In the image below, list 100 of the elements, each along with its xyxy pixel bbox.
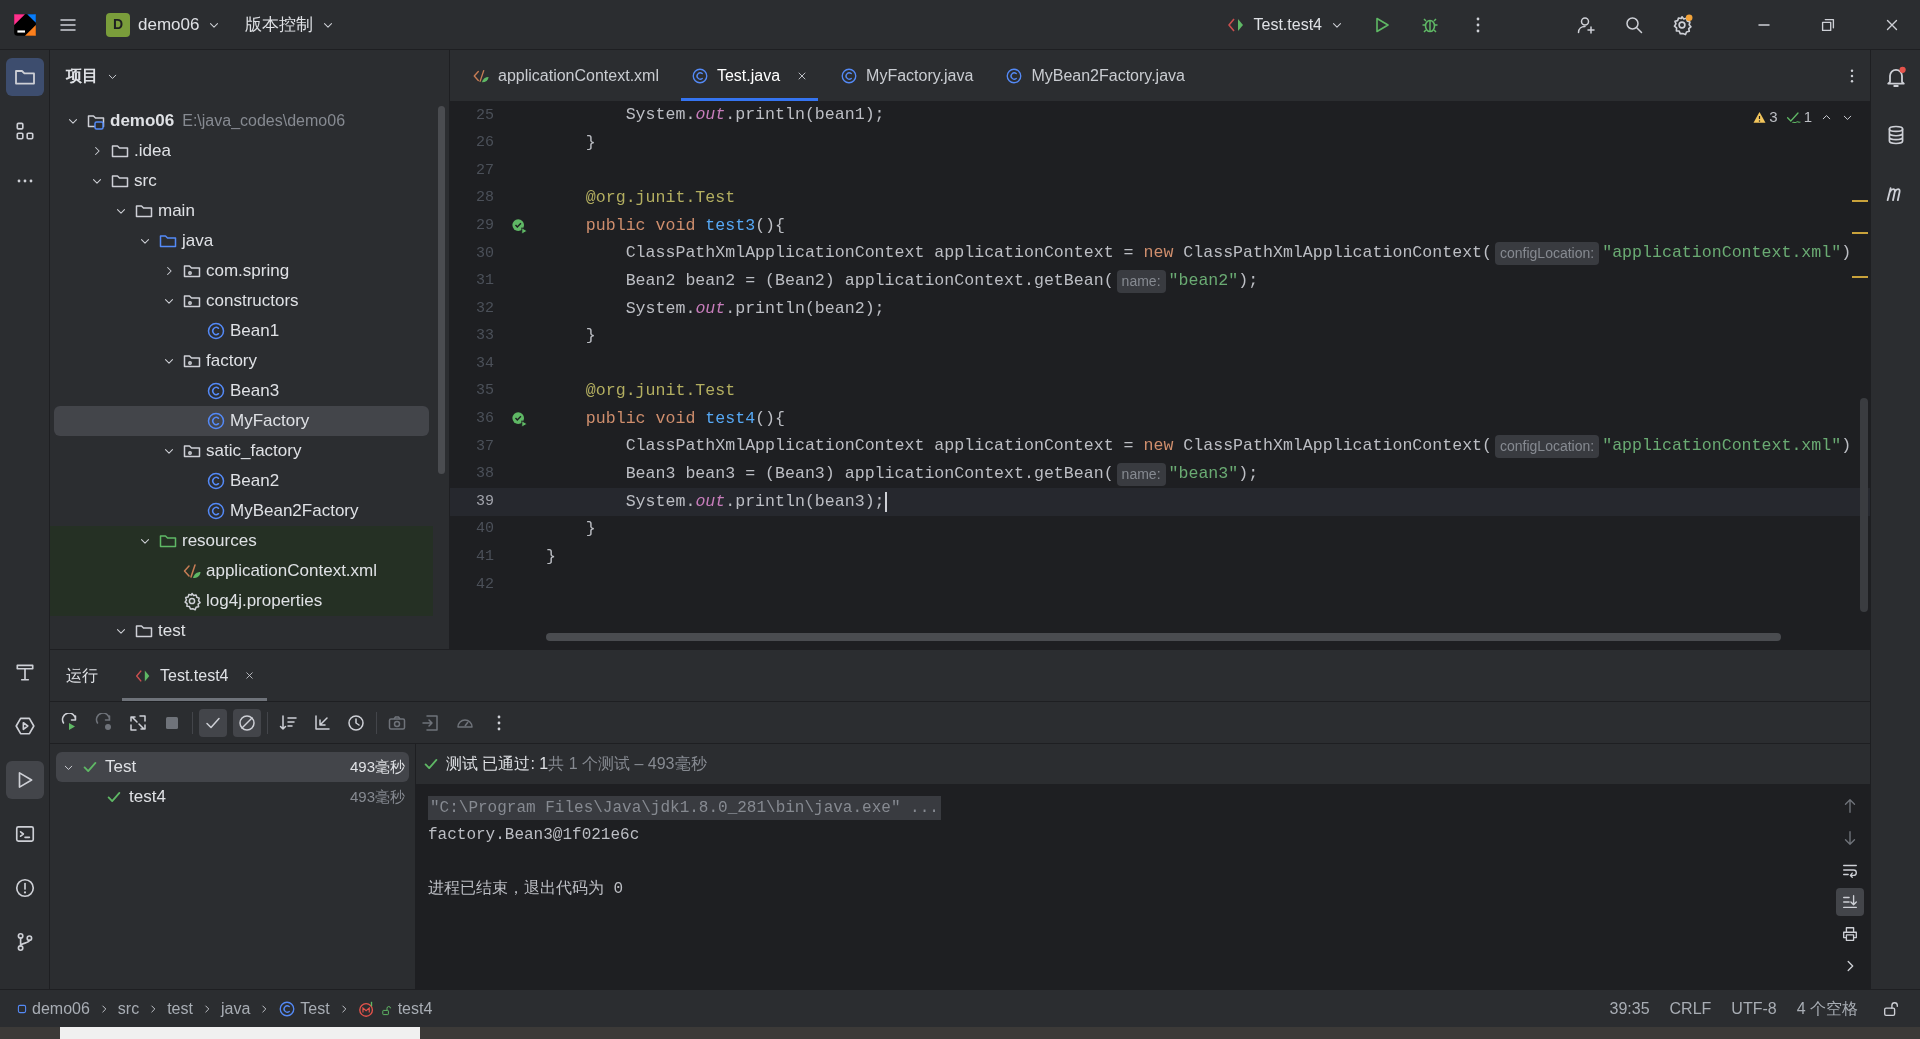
- tree-item[interactable]: demo06 E:\java_codes\demo06: [50, 106, 433, 136]
- xml-file-icon: [182, 561, 202, 581]
- tree-item[interactable]: main: [50, 196, 433, 226]
- text-caret: [884, 492, 887, 513]
- code-line: @org.junit.Test: [584, 187, 736, 210]
- read-only-toggle-icon: [1882, 999, 1900, 1018]
- settings-icon: [1671, 13, 1693, 36]
- horizontal-scrollbar-thumb[interactable]: [546, 633, 1781, 641]
- breadcrumb[interactable]: demo06: [16, 996, 90, 1021]
- code-line: }: [584, 131, 596, 154]
- status-indent[interactable]: 4 个空格: [1786, 996, 1868, 1021]
- import-icon: [421, 712, 441, 733]
- run-test-gutter-icon[interactable]: [511, 217, 529, 236]
- code-line: System.out.println(bean2);: [624, 297, 885, 320]
- vertical-scrollbar-thumb[interactable]: [1860, 398, 1868, 612]
- code-line: System.out.println(bean1);: [624, 104, 885, 127]
- tree-item[interactable]: .idea: [50, 136, 433, 166]
- line-number: 39: [475, 491, 494, 512]
- tree-item[interactable]: com.spring: [50, 256, 433, 286]
- tree-item[interactable]: MyBean2Factory: [50, 496, 433, 526]
- code-line: System.out.println(bean3);: [624, 490, 887, 515]
- vcs-menu[interactable]: 版本控制: [237, 7, 344, 42]
- tree-item[interactable]: java: [50, 226, 433, 256]
- class-icon: [206, 381, 226, 401]
- module-icon: [16, 1002, 28, 1015]
- console-command: "C:\Program Files\Java\jdk1.8.0_281\bin\java.exe" ...: [428, 795, 941, 820]
- search-icon: [1624, 14, 1644, 35]
- tab-options-icon: [1850, 69, 1854, 83]
- tree-item[interactable]: Bean3: [50, 376, 433, 406]
- editor-tab[interactable]: MyFactory.java: [830, 50, 984, 101]
- editor-tab[interactable]: Test.java: [680, 50, 819, 101]
- test-tree-item[interactable]: Test 493毫秒: [56, 752, 409, 782]
- test-duration: 493毫秒: [349, 756, 405, 777]
- class-icon: [206, 471, 226, 491]
- code-line: Bean3 bean3 = (Bean3) applicationContext.getBean( name: "bean3");: [624, 462, 1259, 487]
- sort-icon: [278, 712, 298, 733]
- test-result: 测试 已通过: 1共 1 个测试 – 493毫秒: [446, 754, 707, 774]
- status-position[interactable]: 39:35: [1599, 996, 1660, 1021]
- tree-item[interactable]: Bean1: [50, 316, 433, 346]
- console-output: 进程已结束，退出代码为 0: [428, 878, 625, 900]
- minimize-icon: [1757, 23, 1771, 26]
- code-line: Bean2 bean2 = (Bean2) applicationContext.getBean( name: "bean2");: [546, 268, 1259, 294]
- project-badge: D: [106, 12, 130, 37]
- tree-item[interactable]: log4j.properties: [50, 586, 433, 616]
- class-icon: [206, 321, 226, 341]
- gear-icon: [182, 591, 202, 611]
- scrollbar-thumb[interactable]: [438, 106, 445, 474]
- test-duration: 493毫秒: [349, 786, 405, 807]
- collapse-icon: [312, 712, 332, 733]
- code-line: public void test4(){: [584, 407, 785, 430]
- app-logo-icon[interactable]: [12, 11, 38, 38]
- project-selector[interactable]: D demo06: [98, 7, 230, 42]
- more-icon: [497, 714, 501, 731]
- weak-warning-count: 1: [1803, 107, 1812, 127]
- tree-item[interactable]: satic_factory: [50, 436, 433, 466]
- show-passed-button[interactable]: [199, 708, 227, 737]
- tree-item[interactable]: resources: [50, 526, 433, 556]
- panel-title: 运行: [66, 665, 98, 686]
- run-tool-button[interactable]: [5, 761, 44, 799]
- print-icon: [1841, 925, 1859, 943]
- run-configuration-selector[interactable]: Test.test4: [1217, 7, 1352, 42]
- run-tab[interactable]: Test.test4: [122, 650, 268, 701]
- services-tool-icon: [13, 715, 36, 737]
- tree-item[interactable]: MyFactory: [54, 406, 429, 436]
- console-output: factory.Bean3@1f021e6c: [428, 824, 641, 846]
- status-line-ending[interactable]: CRLF: [1659, 996, 1722, 1021]
- more-icon: [1476, 16, 1480, 33]
- status-encoding[interactable]: UTF-8: [1721, 996, 1787, 1021]
- scroll-to-end-button[interactable]: [1836, 888, 1864, 916]
- tree-item[interactable]: constructors: [50, 286, 433, 316]
- history-icon: [346, 712, 366, 733]
- class-icon: [206, 501, 226, 521]
- toggle-auto-test-icon: [128, 712, 148, 733]
- code-line: @org.junit.Test: [584, 380, 736, 403]
- run-test-gutter-icon[interactable]: [511, 410, 529, 429]
- breadcrumb[interactable]: java: [220, 996, 251, 1021]
- project-view-selector[interactable]: 项目: [62, 64, 123, 88]
- tree-item[interactable]: Bean2: [50, 466, 433, 496]
- tree-item[interactable]: src: [50, 166, 433, 196]
- editor-tab[interactable]: MyBean2Factory.java: [995, 50, 1195, 101]
- more-tools-icon: [15, 179, 34, 183]
- breadcrumb[interactable]: src: [117, 996, 140, 1021]
- tree-item[interactable]: applicationContext.xml: [50, 556, 433, 586]
- show-ignored-button[interactable]: [233, 708, 261, 737]
- class-icon: [206, 411, 226, 431]
- tree-item[interactable]: test: [50, 616, 433, 646]
- test-tree-item[interactable]: test4 493毫秒: [56, 782, 409, 812]
- rerun-failed-icon: [94, 712, 114, 733]
- code-line: }: [584, 518, 596, 541]
- warning-icon: [1752, 109, 1768, 125]
- breadcrumb[interactable]: test: [167, 996, 193, 1021]
- tree-item[interactable]: factory: [50, 346, 433, 376]
- breadcrumb[interactable]: test4: [357, 996, 433, 1021]
- scroll-to-end-icon: [1841, 893, 1859, 911]
- breadcrumb[interactable]: Test: [278, 996, 330, 1021]
- class-icon: [278, 999, 297, 1018]
- editor-tab[interactable]: applicationContext.xml: [462, 50, 669, 101]
- class-icon: [1005, 66, 1024, 85]
- close-icon[interactable]: [244, 670, 256, 681]
- project-tool-button[interactable]: [5, 58, 44, 96]
